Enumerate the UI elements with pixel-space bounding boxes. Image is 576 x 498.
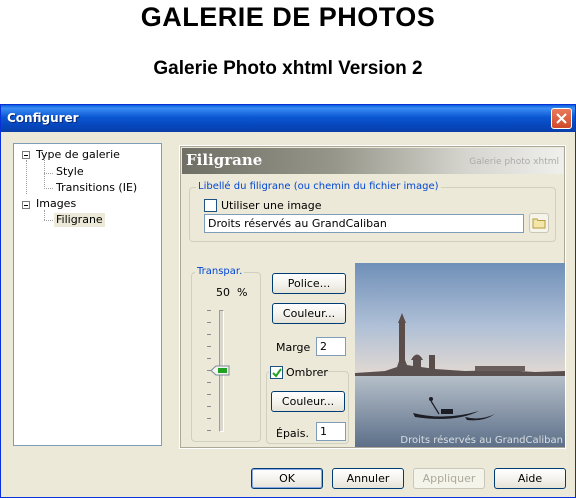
slider-tick — [207, 310, 211, 311]
slider-tick — [207, 358, 211, 359]
watermark-label-legend: Libellé du filigrane (ou chemin du fichi… — [196, 181, 441, 192]
thickness-label: Épais. — [276, 427, 309, 440]
slider-thumb[interactable] — [210, 365, 230, 376]
shadow-label: Ombrer — [286, 366, 328, 379]
transparency-value: 50 — [216, 286, 230, 299]
collapse-icon[interactable] — [22, 151, 30, 159]
preview-image: Droits réservés au GrandCaliban — [355, 263, 565, 447]
thickness-input[interactable]: 1 — [316, 422, 346, 441]
tree-item-type-galerie[interactable]: Type de galerie — [36, 148, 120, 162]
watermark-text-input[interactable]: Droits réservés au GrandCaliban — [204, 214, 524, 233]
tree-line — [44, 210, 45, 220]
collapse-icon[interactable] — [22, 201, 30, 209]
close-icon — [556, 113, 567, 124]
panel-title: Filigrane — [186, 151, 263, 169]
slider-tick — [207, 334, 211, 335]
tree-item-images[interactable]: Images — [36, 197, 76, 211]
tree-item-style[interactable]: Style — [56, 165, 84, 179]
tree-line — [44, 173, 53, 174]
preview-watermark: Droits réservés au GrandCaliban — [400, 435, 563, 446]
configure-dialog: Configurer Type de galerie Style Transit… — [0, 104, 576, 498]
page-subheading: Galerie Photo xhtml Version 2 — [153, 58, 423, 79]
use-image-label: Utiliser une image — [221, 199, 322, 212]
transparency-legend: Transpar. — [195, 266, 245, 277]
slider-tick — [207, 406, 211, 407]
cancel-button[interactable]: Annuler — [332, 468, 404, 489]
font-button[interactable]: Police... — [272, 273, 346, 294]
shadow-color-button[interactable]: Couleur... — [271, 391, 345, 412]
tree-line — [26, 160, 27, 194]
page-heading: GALERIE DE PHOTOS — [140, 2, 436, 32]
slider-tick — [207, 382, 211, 383]
slider-tick — [207, 430, 211, 431]
panel-subtitle: Galerie photo xhtml — [469, 157, 559, 167]
panel-header: Filigrane Galerie photo xhtml — [182, 148, 563, 174]
window-title: Configurer — [7, 111, 79, 125]
folder-icon — [532, 218, 546, 229]
tree-item-transitions[interactable]: Transitions (IE) — [56, 181, 137, 195]
transparency-slider[interactable] — [202, 306, 242, 436]
shadow-checkbox[interactable] — [270, 366, 283, 379]
help-button[interactable]: Aide — [494, 468, 566, 489]
tree-item-filigrane[interactable]: Filigrane — [54, 213, 105, 227]
margin-input[interactable]: 2 — [316, 337, 346, 356]
color-button[interactable]: Couleur... — [272, 303, 346, 324]
ok-button[interactable]: OK — [251, 468, 323, 489]
slider-tick — [207, 418, 211, 419]
use-image-checkbox[interactable] — [204, 199, 217, 212]
tree-line — [44, 220, 53, 221]
tree-line — [44, 188, 53, 189]
slider-tick — [207, 322, 211, 323]
checkmark-icon — [272, 368, 282, 378]
slider-tick — [207, 346, 211, 347]
transparency-unit: % — [237, 286, 248, 299]
tree-line — [44, 160, 45, 189]
margin-label: Marge — [276, 341, 311, 354]
browse-button[interactable] — [529, 213, 549, 233]
title-bar[interactable]: Configurer — [1, 105, 575, 132]
settings-tree: Type de galerie Style Transitions (IE) I… — [13, 143, 162, 446]
slider-tick — [207, 394, 211, 395]
apply-button[interactable]: Appliquer — [413, 468, 485, 489]
close-button[interactable] — [551, 108, 572, 129]
